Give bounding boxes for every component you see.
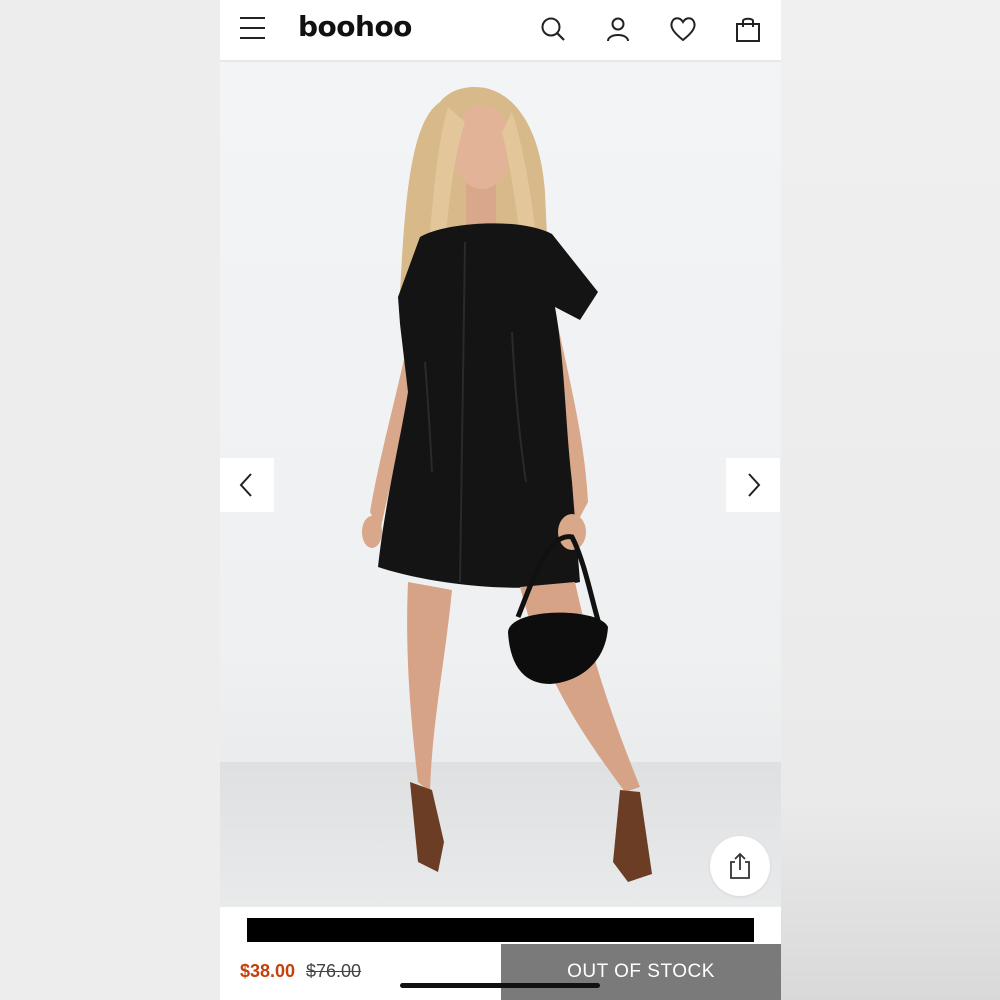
site-logo[interactable]: boohoo bbox=[298, 10, 412, 43]
background-right bbox=[781, 0, 1000, 1000]
site-header: boohoo bbox=[220, 0, 781, 62]
price-current: $38.00 bbox=[240, 961, 296, 981]
price-original: $76.00 bbox=[306, 961, 362, 981]
home-indicator[interactable] bbox=[400, 983, 600, 988]
next-image-button[interactable] bbox=[726, 458, 780, 512]
account-icon[interactable] bbox=[601, 12, 635, 46]
bag-icon[interactable] bbox=[731, 12, 765, 46]
out-of-stock-button[interactable]: OUT OF STOCK bbox=[501, 944, 781, 1000]
product-name-redacted bbox=[247, 918, 754, 942]
product-image bbox=[220, 62, 781, 907]
chevron-right-icon bbox=[748, 473, 761, 497]
background-left bbox=[0, 0, 220, 1000]
prev-image-button[interactable] bbox=[220, 458, 274, 512]
search-icon[interactable] bbox=[536, 12, 570, 46]
share-button[interactable] bbox=[710, 836, 770, 896]
menu-icon[interactable] bbox=[238, 14, 268, 44]
heart-icon[interactable] bbox=[666, 12, 700, 46]
model-illustration bbox=[362, 87, 652, 882]
price-row: $38.00 $76.00 OUT OF STOCK bbox=[220, 944, 781, 1000]
share-icon bbox=[730, 852, 750, 879]
phone-screen: boohoo $38.00 $76.00 OUT OF STOCK bbox=[220, 0, 781, 1000]
chevron-left-icon bbox=[239, 473, 252, 497]
